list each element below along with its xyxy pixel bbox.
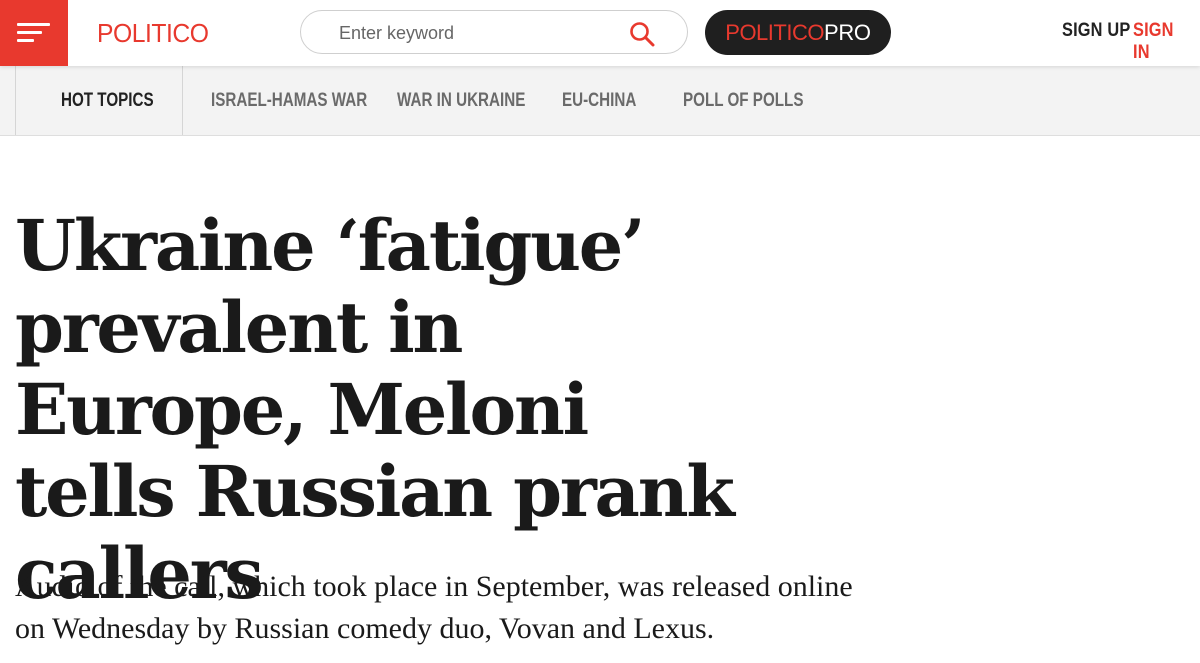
topic-war-in-ukraine[interactable]: WAR IN UKRAINE (397, 90, 525, 112)
search-icon[interactable] (629, 21, 655, 47)
pro-button-brand: POLITICO (725, 19, 824, 45)
sign-up-link[interactable]: SIGN UP (1062, 20, 1130, 42)
article-dek: Audio of the call, which took place in S… (15, 570, 853, 645)
menu-button[interactable] (0, 0, 68, 66)
topic-israel-hamas-war[interactable]: ISRAEL-HAMAS WAR (211, 90, 367, 112)
sign-in-link[interactable]: SIGN IN (1133, 20, 1191, 64)
topic-eu-china[interactable]: EU-CHINA (562, 90, 636, 112)
topic-poll-of-polls[interactable]: POLL OF POLLS (683, 90, 803, 112)
pro-button-pro: PRO (823, 19, 871, 45)
politico-pro-button[interactable]: POLITICO PRO (705, 10, 891, 55)
site-header: POLITICO POLITICOPRO SIGN UP SIGN IN (0, 0, 1200, 66)
search-input[interactable] (337, 20, 611, 46)
politico-logo[interactable]: POLITICO (97, 18, 209, 49)
hot-topics-bar: HOT TOPICS ISRAEL-HAMAS WAR WAR IN UKRAI… (0, 66, 1200, 136)
hot-topics-label: HOT TOPICS (61, 90, 154, 111)
search-box (300, 10, 688, 54)
article-headline: Ukraine ‘fatigue’ prevalent in Europe, M… (15, 204, 735, 615)
